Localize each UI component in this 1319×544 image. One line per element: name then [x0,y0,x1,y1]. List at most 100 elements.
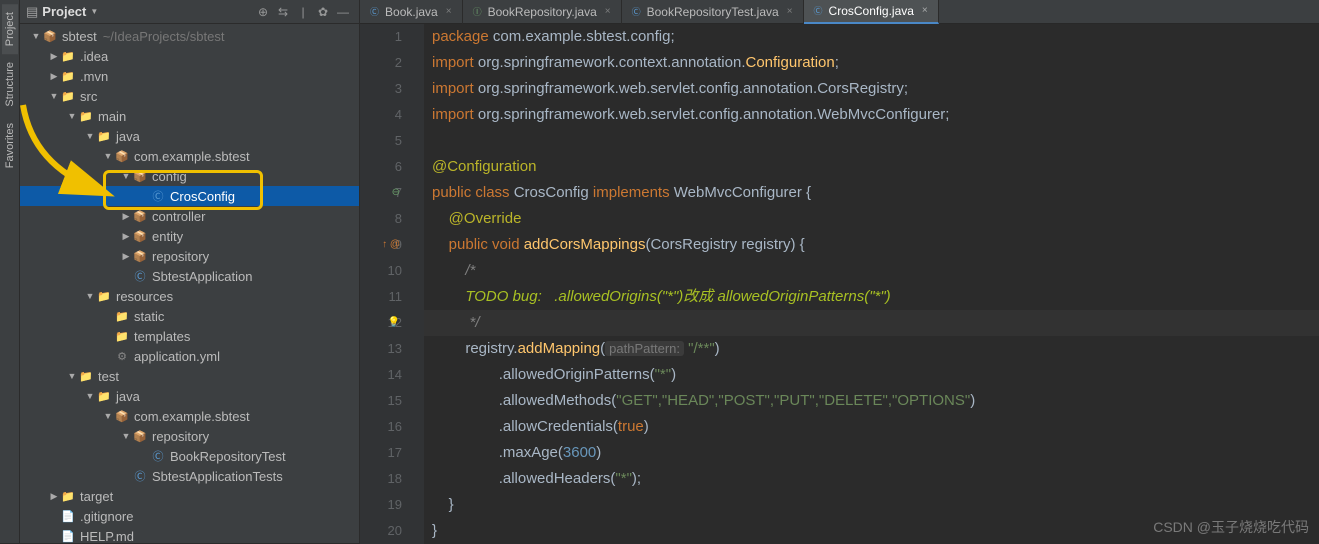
tree-file-icon: 📁 [78,110,94,123]
tree-file-icon: 📁 [60,90,76,103]
tree-file-icon: 📦 [132,230,148,243]
gutter-line[interactable]: 8 [360,206,402,232]
tree-arrow-icon[interactable]: ▼ [30,31,42,41]
tree-arrow-icon[interactable]: ▶ [48,71,60,82]
expand-icon[interactable]: ⇆ [273,5,293,19]
tab-bookrepositorytest-java[interactable]: ⒸBookRepositoryTest.java× [622,0,804,24]
tree-label: com.example.sbtest [134,149,250,164]
vtab-project[interactable]: Project [2,4,18,54]
gutter-line[interactable]: 14 [360,362,402,388]
gutter-line[interactable]: 5 [360,128,402,154]
close-icon[interactable]: × [922,5,928,16]
tree-item-com-example-sbtest[interactable]: ▼📦com.example.sbtest [20,406,359,426]
close-icon[interactable]: × [605,6,611,17]
tree-item-main[interactable]: ▼📁main [20,106,359,126]
tab-bookrepository-java[interactable]: ⒾBookRepository.java× [463,0,622,24]
hide-icon[interactable]: — [333,5,353,19]
tree-item-application-yml[interactable]: ⚙application.yml [20,346,359,366]
tree-label: test [98,369,119,384]
tree-item-repository[interactable]: ▼📦repository [20,426,359,446]
tree-item-entity[interactable]: ▶📦entity [20,226,359,246]
code-area[interactable]: package com.example.sbtest.config; impor… [424,24,1319,544]
tree-file-icon: 📁 [78,370,94,383]
gutter-line[interactable]: 15 [360,388,402,414]
close-icon[interactable]: × [787,6,793,17]
tree-item-com-example-sbtest[interactable]: ▼📦com.example.sbtest [20,146,359,166]
gutter-line[interactable]: 17 [360,440,402,466]
tab-crosconfig-java[interactable]: ⒸCrosConfig.java× [804,0,939,24]
gutter-line[interactable]: 6 [360,154,402,180]
tree-item-target[interactable]: ▶📁target [20,486,359,506]
tree-item-resources[interactable]: ▼📁resources [20,286,359,306]
tree-item-java[interactable]: ▼📁java [20,386,359,406]
panel-dropdown-icon[interactable]: ▼ [90,7,98,16]
editor-tabs: ⒸBook.java×ⒾBookRepository.java×ⒸBookRep… [360,0,1319,24]
tree-arrow-icon[interactable]: ▶ [120,211,132,222]
gutter-line[interactable]: 9↑ @ [360,232,402,258]
tree-item--mvn[interactable]: ▶📁.mvn [20,66,359,86]
tree-item-help-md[interactable]: 📄HELP.md [20,526,359,543]
tree-arrow-icon[interactable]: ▼ [102,411,114,421]
vtab-structure[interactable]: Structure [2,54,18,115]
vtab-favorites[interactable]: Favorites [2,115,18,176]
tree-arrow-icon[interactable]: ▼ [48,91,60,101]
gutter-mark-icon[interactable]: ⊖ [392,180,400,206]
tree-arrow-icon[interactable]: ▶ [120,231,132,242]
tree-item-crosconfig[interactable]: ⒸCrosConfig [20,186,359,206]
tree-arrow-icon[interactable]: ▼ [66,111,78,121]
gutter-line[interactable]: 12💡 [360,310,402,336]
tree-arrow-icon[interactable]: ▼ [66,371,78,381]
tree-item-src[interactable]: ▼📁src [20,86,359,106]
gutter-line[interactable]: 16 [360,414,402,440]
locate-icon[interactable]: ⊕ [253,5,273,19]
tree-item-java[interactable]: ▼📁java [20,126,359,146]
gutter-line[interactable]: 4 [360,102,402,128]
tree-arrow-icon[interactable]: ▼ [120,171,132,181]
gutter-line[interactable]: 3 [360,76,402,102]
tree-item-static[interactable]: 📁static [20,306,359,326]
tree-arrow-icon[interactable]: ▼ [120,431,132,441]
gutter-mark-icon[interactable]: 💡 [388,310,400,336]
tree-label: templates [134,329,190,344]
tree-arrow-icon[interactable]: ▼ [84,391,96,401]
gutter-line[interactable]: 1 [360,24,402,50]
tree-arrow-icon[interactable]: ▼ [84,131,96,141]
gear-icon[interactable]: ✿ [313,5,333,19]
tree-item-config[interactable]: ▼📦config [20,166,359,186]
tree-item-sbtestapplication[interactable]: ⒸSbtestApplication [20,266,359,286]
tree-arrow-icon[interactable]: ▶ [48,51,60,62]
tree-arrow-icon[interactable]: ▼ [84,291,96,301]
gutter-line[interactable]: 13 [360,336,402,362]
tree-arrow-icon[interactable]: ▼ [102,151,114,161]
tree-item-sbtestapplicationtests[interactable]: ⒸSbtestApplicationTests [20,466,359,486]
tree-item-bookrepositorytest[interactable]: ⒸBookRepositoryTest [20,446,359,466]
tree-label: sbtest [62,29,97,44]
tab-book-java[interactable]: ⒸBook.java× [360,0,463,24]
tree-file-icon: 📦 [132,250,148,263]
tree-label: target [80,489,113,504]
tree-item--gitignore[interactable]: 📄.gitignore [20,506,359,526]
tab-file-icon: Ⓘ [473,5,482,18]
close-icon[interactable]: × [446,6,452,17]
tree-item-templates[interactable]: 📁templates [20,326,359,346]
editor-area: ⒸBook.java×ⒾBookRepository.java×ⒸBookRep… [360,0,1319,543]
tree-arrow-icon[interactable]: ▶ [48,491,60,502]
gutter-line[interactable]: 20 [360,518,402,544]
gutter-line[interactable]: 18 [360,466,402,492]
tree-item-test[interactable]: ▼📁 test [20,366,359,386]
gutter-line[interactable]: 19 [360,492,402,518]
project-panel: ▤ Project ▼ ⊕ ⇆ | ✿ — ▼📦sbtest~/IdeaProj… [20,0,360,543]
panel-title[interactable]: Project [42,4,86,19]
tree-item-sbtest[interactable]: ▼📦sbtest~/IdeaProjects/sbtest [20,26,359,46]
gutter-line[interactable]: 11 [360,284,402,310]
gutter-line[interactable]: 2 [360,50,402,76]
gutter-line[interactable]: 7⊖ [360,180,402,206]
gutter-line[interactable]: 10 [360,258,402,284]
tree-arrow-icon[interactable]: ▶ [120,251,132,262]
tree-item-controller[interactable]: ▶📦controller [20,206,359,226]
gutter-mark-icon[interactable]: ↑ @ [382,232,400,258]
tree-item--idea[interactable]: ▶📁.idea [20,46,359,66]
tree-item-repository[interactable]: ▶📦repository [20,246,359,266]
project-tree[interactable]: ▼📦sbtest~/IdeaProjects/sbtest▶📁.idea▶📁.m… [20,24,359,543]
tree-label: .mvn [80,69,108,84]
